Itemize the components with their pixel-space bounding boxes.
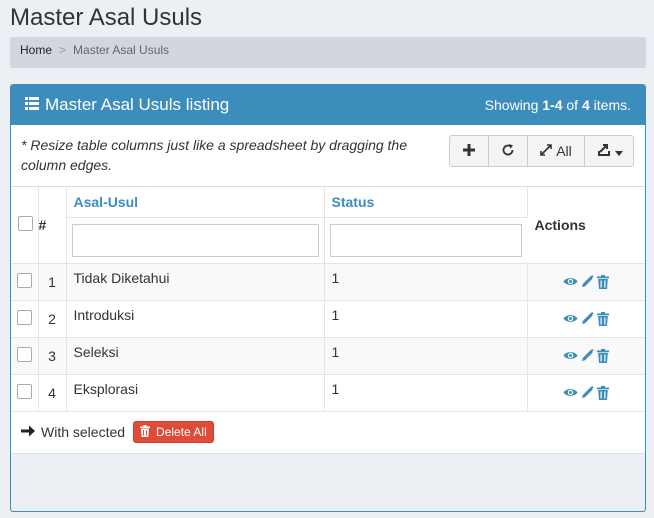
delete-all-button[interactable]: Delete All <box>133 421 214 443</box>
summary-suffix: items. <box>589 97 631 113</box>
column-asal-usul-header: Asal-Usul <box>66 187 325 218</box>
row-select-cell <box>11 300 39 338</box>
row-number: 3 <box>38 337 67 375</box>
delete-icon[interactable] <box>597 311 610 326</box>
sort-asal-usul-link[interactable]: Asal-Usul <box>74 194 139 210</box>
export-icon <box>596 143 612 160</box>
summary-total: 4 <box>581 97 590 113</box>
expand-icon <box>540 143 553 159</box>
row-actions <box>527 300 645 338</box>
export-dropdown-button[interactable] <box>584 135 634 167</box>
row-status: 1 <box>324 374 528 412</box>
row-actions <box>527 374 645 412</box>
toolbar-button-group: All <box>449 135 634 167</box>
edit-icon[interactable] <box>581 275 594 288</box>
toggle-all-button[interactable]: All <box>527 135 585 167</box>
row-checkbox[interactable] <box>16 272 32 288</box>
select-all-checkbox[interactable] <box>18 215 33 231</box>
edit-icon[interactable] <box>581 312 594 325</box>
view-icon[interactable] <box>563 387 578 398</box>
row-asal-usul: Seleksi <box>66 337 325 375</box>
caret-down-icon <box>614 143 623 159</box>
data-table: # Asal-Usul Status Actions 1 Tidak Diketa… <box>11 187 645 412</box>
column-actions-header: Actions <box>527 187 645 264</box>
with-selected-label: With selected <box>41 424 126 440</box>
pagination-summary: Showing 1-4 of 4 items. <box>485 97 631 113</box>
panel-title: Master Asal Usuls listing <box>25 95 229 115</box>
delete-all-label: Delete All <box>156 425 207 439</box>
edit-icon[interactable] <box>581 386 594 399</box>
table-row: 2 Introduksi 1 <box>11 300 645 338</box>
list-icon <box>25 95 45 115</box>
listing-panel: Master Asal Usuls listing Showing 1-4 of… <box>10 84 646 512</box>
delete-icon[interactable] <box>597 274 610 289</box>
row-actions <box>527 263 645 301</box>
asal-usul-filter-cell <box>66 217 325 264</box>
row-asal-usul: Introduksi <box>66 300 325 338</box>
row-number: 2 <box>38 300 67 338</box>
view-icon[interactable] <box>563 276 578 287</box>
table-row: 4 Eksplorasi 1 <box>11 374 645 412</box>
column-number-header: # <box>38 187 67 264</box>
row-status: 1 <box>324 300 528 338</box>
view-icon[interactable] <box>563 350 578 361</box>
row-number: 1 <box>38 263 67 301</box>
resize-hint: * Resize table columns just like a sprea… <box>21 137 407 173</box>
page-title: Master Asal Usuls <box>10 4 203 31</box>
breadcrumb-current: Master Asal Usuls <box>73 43 170 57</box>
select-all-cell <box>11 187 39 264</box>
row-select-cell <box>11 337 39 375</box>
trash-icon <box>140 424 156 440</box>
row-asal-usul: Eksplorasi <box>66 374 325 412</box>
column-status-header: Status <box>324 187 528 218</box>
refresh-button[interactable] <box>488 135 528 167</box>
summary-prefix: Showing <box>484 97 543 113</box>
edit-icon[interactable] <box>581 349 594 362</box>
status-filter-input[interactable] <box>329 223 522 257</box>
summary-mid: of <box>562 97 582 113</box>
asal-usul-filter-input[interactable] <box>71 223 319 257</box>
delete-icon[interactable] <box>597 348 610 363</box>
row-select-cell <box>11 374 39 412</box>
add-button[interactable] <box>449 135 489 167</box>
table-row: 1 Tidak Diketahui 1 <box>11 263 645 301</box>
arrow-right-icon <box>21 424 35 440</box>
view-icon[interactable] <box>563 313 578 324</box>
sort-status-link[interactable]: Status <box>332 194 375 210</box>
summary-range: 1-4 <box>542 97 563 113</box>
refresh-icon <box>501 143 515 160</box>
row-checkbox[interactable] <box>16 346 32 362</box>
delete-icon[interactable] <box>597 385 610 400</box>
table-row: 3 Seleksi 1 <box>11 337 645 375</box>
bulk-actions-bar: With selected Delete All <box>11 411 645 454</box>
table-header-row: # Asal-Usul Status Actions <box>11 187 645 264</box>
breadcrumb-separator: > <box>59 43 67 57</box>
panel-title-text: Master Asal Usuls listing <box>45 95 230 114</box>
panel-heading: Master Asal Usuls listing Showing 1-4 of… <box>11 85 645 125</box>
row-checkbox[interactable] <box>16 309 32 325</box>
row-checkbox[interactable] <box>16 383 32 399</box>
breadcrumb-home[interactable]: Home <box>20 43 52 57</box>
toggle-all-label: All <box>556 143 572 159</box>
row-asal-usul: Tidak Diketahui <box>66 263 325 301</box>
plus-icon <box>463 143 475 159</box>
panel-body: * Resize table columns just like a sprea… <box>11 125 645 454</box>
row-status: 1 <box>324 337 528 375</box>
row-actions <box>527 337 645 375</box>
row-status: 1 <box>324 263 528 301</box>
row-number: 4 <box>38 374 67 412</box>
breadcrumb: Home > Master Asal Usuls <box>10 37 646 68</box>
row-select-cell <box>11 263 39 301</box>
status-filter-cell <box>324 217 527 264</box>
toolbar: * Resize table columns just like a sprea… <box>11 125 645 187</box>
